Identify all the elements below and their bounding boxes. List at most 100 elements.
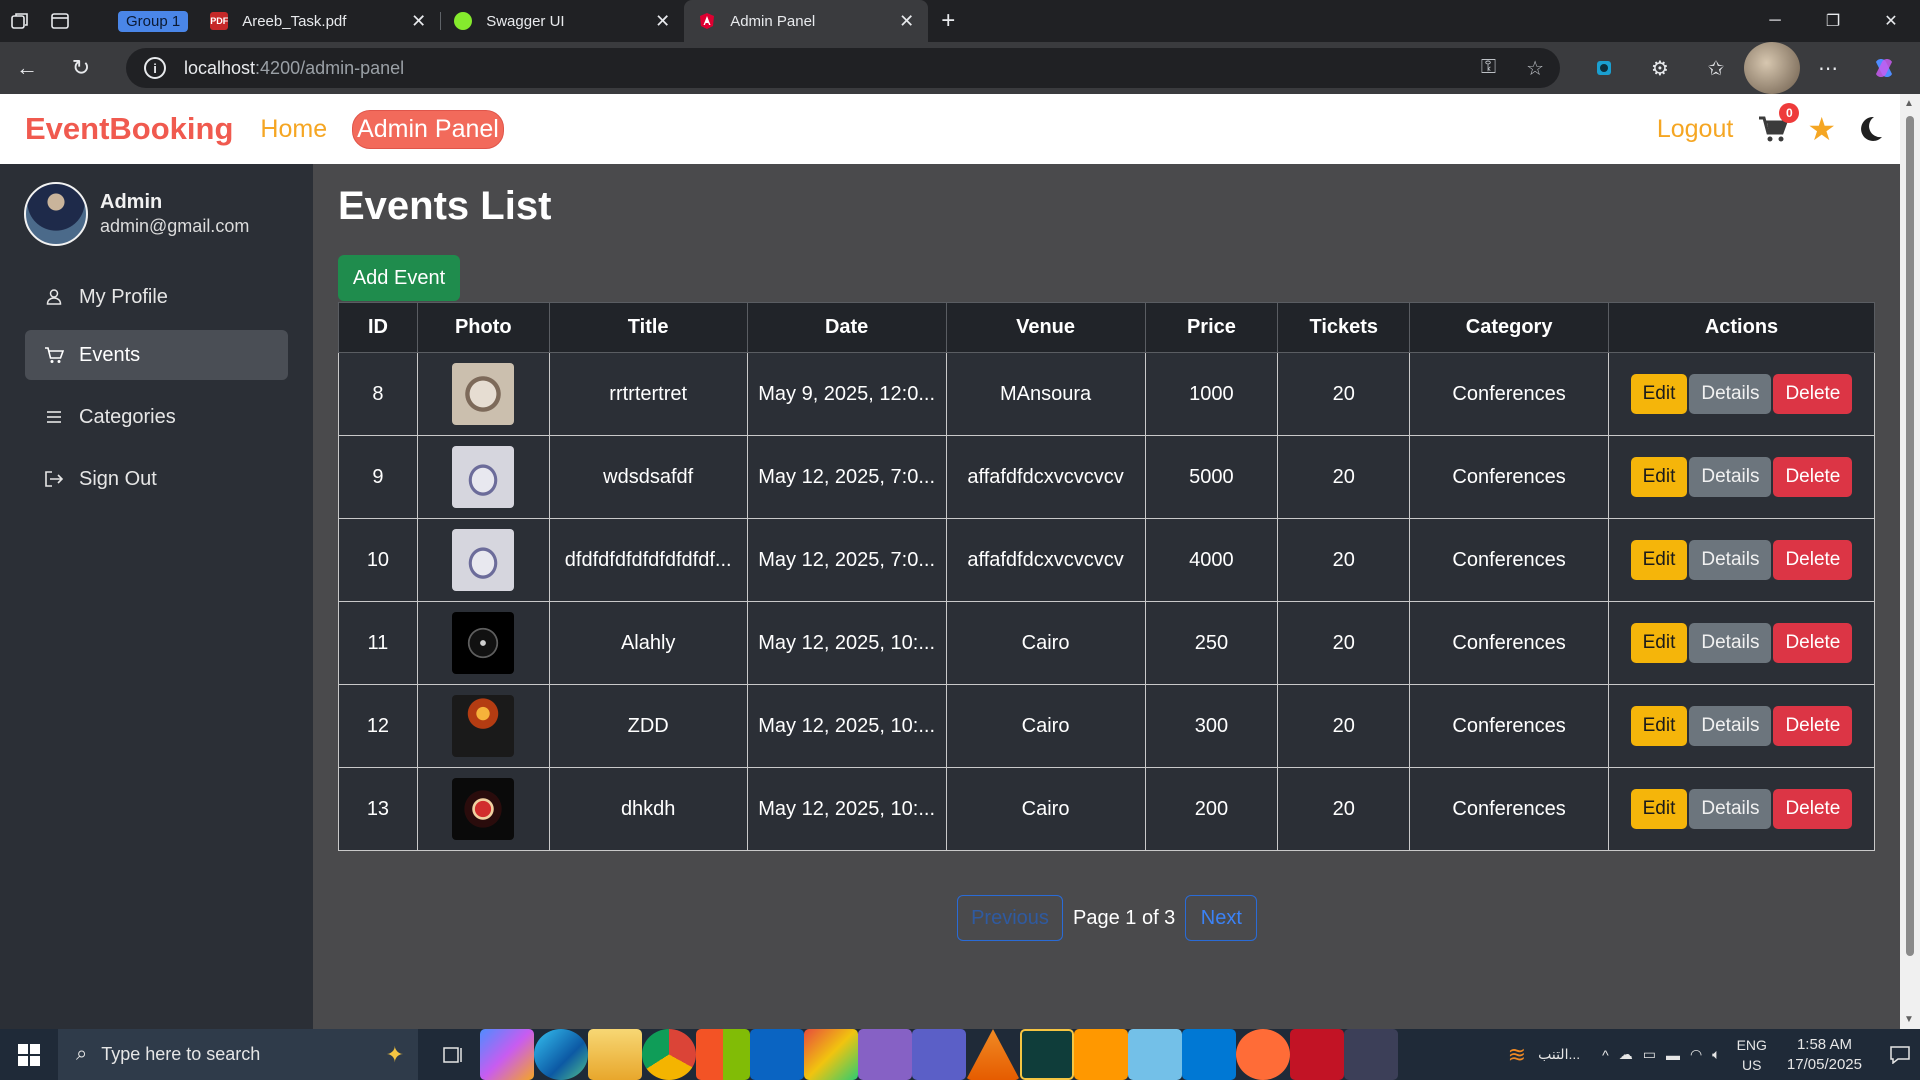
color-picker-icon[interactable] bbox=[804, 1029, 858, 1080]
event-tickets: 20 bbox=[1277, 601, 1411, 685]
reload-icon[interactable]: ↻ bbox=[54, 42, 108, 94]
onedrive-icon[interactable]: ☁ bbox=[1619, 1046, 1633, 1063]
details-button[interactable]: Details bbox=[1689, 457, 1772, 497]
taskbar-apps bbox=[426, 1029, 1398, 1080]
edit-button[interactable]: Edit bbox=[1630, 706, 1688, 746]
favorites-icon[interactable]: ✩ bbox=[1688, 42, 1744, 94]
outlook-icon[interactable] bbox=[750, 1029, 804, 1080]
terminal-icon[interactable] bbox=[1344, 1029, 1398, 1080]
details-button[interactable]: Details bbox=[1689, 623, 1772, 663]
rider-icon[interactable] bbox=[1290, 1029, 1344, 1080]
restore-icon[interactable]: ❐ bbox=[1804, 0, 1862, 42]
profile-avatar[interactable] bbox=[1744, 42, 1800, 94]
visual-studio-icon[interactable] bbox=[858, 1029, 912, 1080]
tab-group-chip[interactable]: Group 1 bbox=[118, 10, 189, 32]
file-explorer-icon[interactable] bbox=[588, 1029, 642, 1080]
previous-page-button[interactable]: Previous bbox=[957, 895, 1063, 941]
vertical-scrollbar[interactable]: ▲ ▼ bbox=[1900, 94, 1920, 1029]
details-button[interactable]: Details bbox=[1689, 374, 1772, 414]
table-row: 12 ZDD May 12, 2025, 10:... Cairo 300 20… bbox=[338, 684, 1875, 768]
minimize-icon[interactable]: ─ bbox=[1746, 0, 1804, 42]
event-venue: Cairo bbox=[945, 767, 1146, 851]
table-row: 10 dfdfdfdfdfdfdfdfdf... May 12, 2025, 7… bbox=[338, 518, 1875, 602]
clock[interactable]: 1:58 AM 17/05/2025 bbox=[1787, 1035, 1862, 1075]
copilot-icon[interactable] bbox=[1856, 42, 1912, 94]
notepad-icon[interactable] bbox=[1128, 1029, 1182, 1080]
favorites-star-icon[interactable]: ★ bbox=[1807, 113, 1836, 145]
edge-icon[interactable] bbox=[534, 1029, 588, 1080]
copilot-app-icon[interactable] bbox=[480, 1029, 534, 1080]
teams-icon[interactable] bbox=[912, 1029, 966, 1080]
sidebar-item-my-profile[interactable]: My Profile bbox=[25, 272, 288, 322]
notifications-icon[interactable] bbox=[1880, 1045, 1920, 1064]
tray-news-text[interactable]: التنب... bbox=[1538, 1046, 1580, 1063]
delete-button[interactable]: Delete bbox=[1773, 457, 1853, 497]
dark-mode-toggle[interactable] bbox=[1854, 113, 1886, 145]
logout-link[interactable]: Logout bbox=[1657, 115, 1733, 144]
close-tab-icon[interactable]: ✕ bbox=[411, 11, 426, 32]
column-header: ID bbox=[338, 302, 418, 353]
favorite-star-icon[interactable]: ☆ bbox=[1526, 56, 1544, 81]
sidebar-item-sign-out[interactable]: Sign Out bbox=[25, 454, 288, 504]
device-icon[interactable]: ▭ bbox=[1643, 1046, 1656, 1063]
workspaces-icon[interactable] bbox=[0, 0, 40, 42]
tab-swagger-ui[interactable]: Swagger UI ✕ bbox=[440, 0, 684, 42]
more-menu-icon[interactable]: ⋯ bbox=[1800, 42, 1856, 94]
postman-icon[interactable] bbox=[1236, 1029, 1290, 1080]
edit-button[interactable]: Edit bbox=[1630, 789, 1688, 829]
store-icon[interactable] bbox=[696, 1029, 750, 1080]
tab-actions-icon[interactable] bbox=[40, 0, 80, 42]
scroll-up-arrow-icon[interactable]: ▲ bbox=[1904, 98, 1914, 109]
close-tab-icon[interactable]: ✕ bbox=[899, 11, 914, 32]
vlc-icon[interactable] bbox=[966, 1029, 1020, 1080]
chevron-up-icon[interactable]: ^ bbox=[1602, 1047, 1609, 1063]
details-button[interactable]: Details bbox=[1689, 706, 1772, 746]
delete-button[interactable]: Delete bbox=[1773, 789, 1853, 829]
edit-button[interactable]: Edit bbox=[1630, 623, 1688, 663]
delete-button[interactable]: Delete bbox=[1773, 540, 1853, 580]
sidebar-item-events[interactable]: Events bbox=[25, 330, 288, 380]
nav-admin-panel-link[interactable]: Admin Panel bbox=[352, 109, 504, 149]
sidebar-item-categories[interactable]: Categories bbox=[25, 392, 288, 442]
event-venue: Cairo bbox=[945, 684, 1146, 768]
extension-camera-icon[interactable] bbox=[1576, 42, 1632, 94]
weather-icon[interactable]: ≋ bbox=[1508, 1042, 1526, 1068]
delete-button[interactable]: Delete bbox=[1773, 706, 1853, 746]
back-icon[interactable]: ← bbox=[0, 42, 54, 94]
nav-home-link[interactable]: Home bbox=[260, 115, 327, 144]
edit-button[interactable]: Edit bbox=[1630, 457, 1688, 497]
edit-button[interactable]: Edit bbox=[1630, 374, 1688, 414]
url-bar[interactable]: i localhost:4200/admin-panel ⚿ ☆ bbox=[126, 48, 1560, 88]
chrome-icon[interactable] bbox=[642, 1029, 696, 1080]
scrollbar-thumb[interactable] bbox=[1906, 116, 1914, 956]
next-page-button[interactable]: Next bbox=[1185, 895, 1258, 941]
volume-icon[interactable]: 🔈︎ bbox=[1712, 1046, 1720, 1063]
event-photo bbox=[416, 435, 550, 519]
scroll-down-arrow-icon[interactable]: ▼ bbox=[1904, 1014, 1914, 1025]
task-view-icon[interactable] bbox=[426, 1029, 480, 1080]
tab-areeb-task[interactable]: PDF Areeb_Task.pdf ✕ bbox=[196, 0, 440, 42]
battery-icon[interactable]: ▬ bbox=[1666, 1047, 1680, 1063]
vscode-icon[interactable] bbox=[1182, 1029, 1236, 1080]
language-indicator[interactable]: ENG US bbox=[1737, 1035, 1767, 1075]
tab-admin-panel[interactable]: Admin Panel ✕ bbox=[684, 0, 929, 42]
windows-start-icon[interactable] bbox=[0, 1029, 58, 1080]
close-tab-icon[interactable]: ✕ bbox=[655, 11, 670, 32]
close-window-icon[interactable]: ✕ bbox=[1862, 0, 1920, 42]
delete-button[interactable]: Delete bbox=[1773, 623, 1853, 663]
new-tab-icon[interactable]: + bbox=[928, 0, 968, 42]
details-button[interactable]: Details bbox=[1689, 789, 1772, 829]
edit-button[interactable]: Edit bbox=[1630, 540, 1688, 580]
key-icon[interactable]: ⚿ bbox=[1481, 56, 1496, 81]
delete-button[interactable]: Delete bbox=[1773, 374, 1853, 414]
details-button[interactable]: Details bbox=[1689, 540, 1772, 580]
extensions-icon[interactable]: ⚙ bbox=[1632, 42, 1688, 94]
brand-logo[interactable]: EventBooking bbox=[25, 111, 233, 147]
cart-button[interactable]: 0 bbox=[1757, 103, 1800, 145]
wifi-icon[interactable]: ◠ bbox=[1690, 1046, 1702, 1063]
site-info-icon[interactable]: i bbox=[144, 57, 166, 79]
taskbar-search-box[interactable]: ⌕ Type here to search ✦ bbox=[58, 1029, 418, 1080]
app-icon[interactable] bbox=[1020, 1029, 1074, 1080]
add-event-button[interactable]: Add Event bbox=[338, 255, 460, 301]
sublime-icon[interactable] bbox=[1074, 1029, 1128, 1080]
